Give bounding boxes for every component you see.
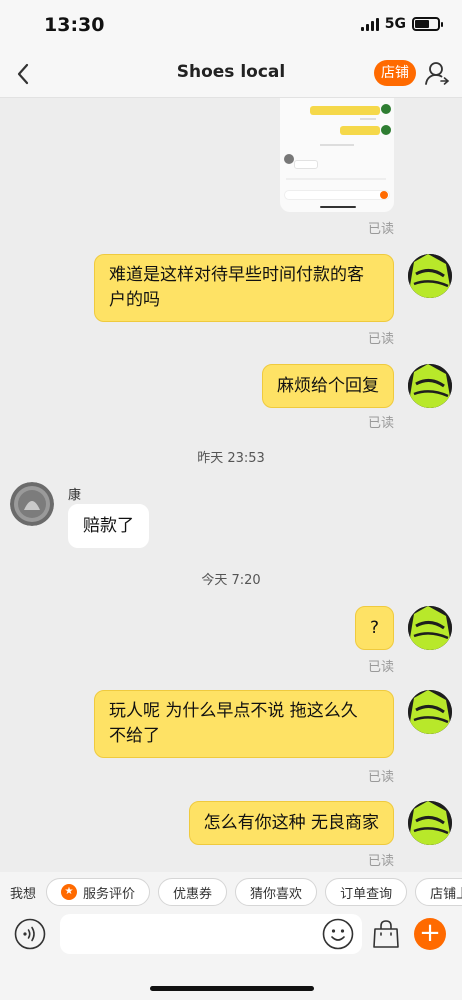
my-avatar[interactable] xyxy=(408,690,452,734)
timestamp: 今天 7:20 xyxy=(201,573,261,588)
my-message-bubble[interactable]: 难道是这样对待早些时间付款的客户的吗 xyxy=(94,254,394,322)
chip-label: 订单查询 xyxy=(340,886,393,902)
message-text: ? xyxy=(369,617,379,638)
avatar-image xyxy=(408,690,452,734)
store-button[interactable]: 店铺 xyxy=(374,60,416,86)
status-time: 13:30 xyxy=(44,14,105,36)
chip-label: 优惠券 xyxy=(173,886,213,902)
my-avatar[interactable] xyxy=(408,801,452,845)
my-message-bubble[interactable]: 怎么有你这种 无良商家 xyxy=(188,801,394,845)
chip-recommendations[interactable]: 猜你喜欢 xyxy=(235,878,318,906)
message-input[interactable] xyxy=(60,914,362,954)
avatar-image xyxy=(408,254,452,298)
chip-store-new[interactable]: 店铺上新 xyxy=(415,878,462,906)
voice-button[interactable] xyxy=(14,918,46,950)
avatar-image xyxy=(10,482,54,526)
timestamp: 昨天 23:53 xyxy=(197,451,265,466)
sender-name: 康 xyxy=(68,488,82,503)
chip-coupons[interactable]: 优惠券 xyxy=(158,878,228,906)
quick-action-bar: 我想 ★ 服务评价 优惠券 猜你喜欢 订单查询 店铺上新 xyxy=(0,872,462,912)
message-text: 赔款了 xyxy=(83,515,134,536)
chat-area[interactable]: 已读 难道是这样对待早些时间付款的客户的吗 已读 麻烦给个回复 已读 昨天 23… xyxy=(0,98,462,868)
my-message-bubble[interactable]: ? xyxy=(354,606,394,650)
my-message-bubble[interactable]: 麻烦给个回复 xyxy=(262,364,394,408)
signal-icon xyxy=(360,17,379,31)
my-avatar[interactable] xyxy=(408,364,452,408)
emoji-icon xyxy=(322,918,354,950)
star-icon: ★ xyxy=(61,884,78,900)
avatar-image xyxy=(408,801,452,845)
emoji-button[interactable] xyxy=(322,918,354,950)
back-arrow-icon xyxy=(17,63,29,85)
message-text: 难道是这样对待早些时间付款的客户的吗 xyxy=(109,265,364,310)
read-receipt: 已读 xyxy=(367,660,394,675)
battery-icon xyxy=(412,17,443,31)
status-bar: 13:30 5G xyxy=(0,0,462,50)
avatar-image xyxy=(408,606,452,650)
chip-label: 服务评价 xyxy=(83,886,136,902)
my-message-bubble[interactable]: 玩人呢 为什么早点不说 拖这么久 不给了 xyxy=(94,690,394,758)
message-text: 怎么有你这种 无良商家 xyxy=(203,812,379,833)
quick-bar-label: 我想 xyxy=(10,886,37,902)
message-text: 玩人呢 为什么早点不说 拖这么久 不给了 xyxy=(109,701,358,746)
chip-label: 猜你喜欢 xyxy=(250,886,303,902)
chip-service-review[interactable]: ★ 服务评价 xyxy=(46,878,151,906)
image-message[interactable] xyxy=(280,98,394,212)
input-area: + xyxy=(0,912,462,1000)
profile-button[interactable] xyxy=(424,60,450,86)
chip-order-query[interactable]: 订单查询 xyxy=(325,878,408,906)
back-button[interactable] xyxy=(10,60,38,88)
shopping-bag-button[interactable] xyxy=(370,918,402,950)
status-icons: 5G xyxy=(360,16,443,32)
message-text: 麻烦给个回复 xyxy=(277,375,379,396)
their-message-bubble[interactable]: 赔款了 xyxy=(68,504,149,548)
plus-button[interactable]: + xyxy=(414,918,446,950)
my-avatar[interactable] xyxy=(408,606,452,650)
shopping-bag-icon xyxy=(373,920,399,948)
nav-bar: Shoes local 店铺 xyxy=(0,50,462,98)
read-receipt: 已读 xyxy=(367,416,394,431)
plus-icon: + xyxy=(419,918,441,948)
user-profile-icon xyxy=(425,62,450,85)
read-receipt: 已读 xyxy=(367,770,394,785)
chip-label: 店铺上新 xyxy=(430,886,462,902)
network-type: 5G xyxy=(384,16,406,32)
avatar-image xyxy=(408,364,452,408)
voice-icon xyxy=(14,918,46,950)
read-receipt: 已读 xyxy=(367,222,394,237)
my-avatar[interactable] xyxy=(408,254,452,298)
read-receipt: 已读 xyxy=(367,854,394,868)
seller-avatar[interactable] xyxy=(10,482,54,526)
home-indicator xyxy=(150,986,314,991)
read-receipt: 已读 xyxy=(367,332,394,347)
